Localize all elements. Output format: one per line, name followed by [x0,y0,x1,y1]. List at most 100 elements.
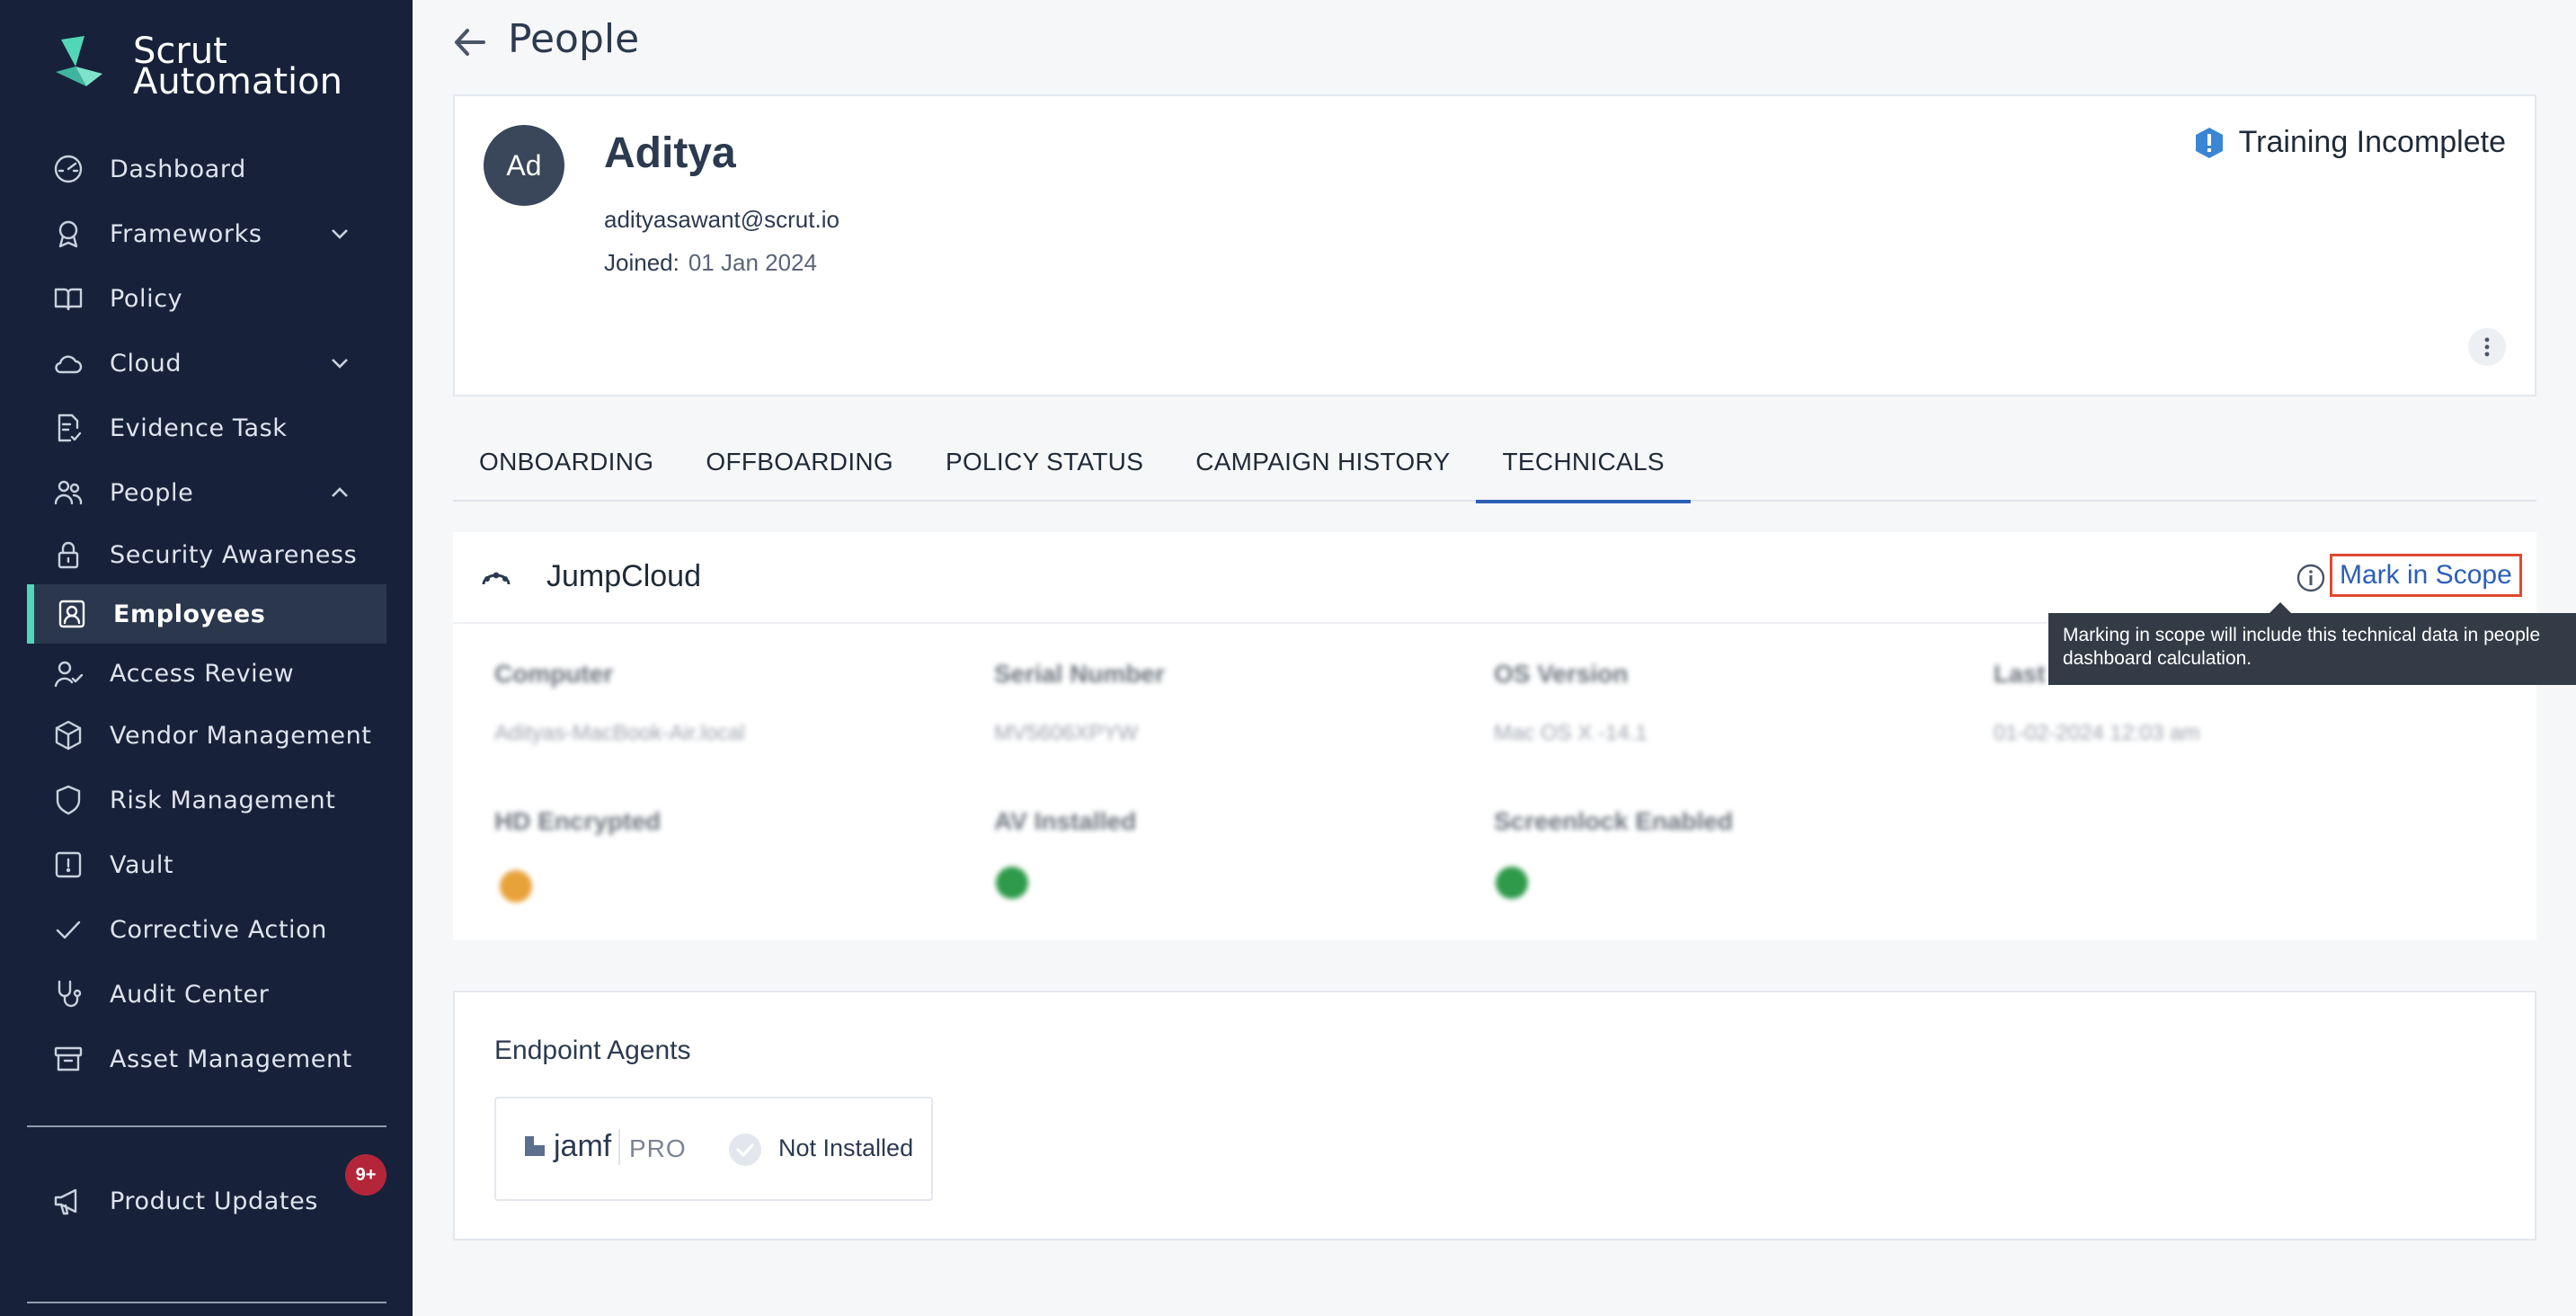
field-value-last: 01-02-2024 12:03 am [1994,721,2200,745]
avatar: Ad [484,125,564,206]
field-label-last: Last [1994,660,2046,688]
endpoint-agents-card: Endpoint Agents jamf PRO Not Installed [453,991,2536,1240]
joined-row: Joined: 01 Jan 2024 [604,249,817,277]
check-status-icon [996,867,1028,899]
book-icon [50,280,86,316]
brand-name: Scrut Automation [133,33,342,102]
sidebar-item-label: Risk Management [110,786,336,814]
check-icon [50,911,86,947]
arrow-left-icon [455,29,485,56]
more-options-button[interactable] [2468,328,2506,366]
tab-campaign-history[interactable]: CAMPAIGN HISTORY [1169,422,1476,502]
alert-icon [2195,127,2223,158]
employee-name: Aditya [604,129,736,177]
sidebar-item-dashboard[interactable]: Dashboard [0,137,413,201]
tab-onboarding[interactable]: ONBOARDING [453,422,680,502]
sidebar-item-vendor-management[interactable]: Vendor Management [0,703,413,768]
sidebar-divider [27,1125,386,1127]
agent-name: jamf [554,1129,612,1163]
sidebar-item-label: Vault [110,850,174,879]
field-label-hd-encrypted: HD Encrypted [494,807,662,835]
sidebar-item-security-awareness[interactable]: Security Awareness [0,525,413,584]
sidebar-item-label: Access Review [110,659,295,688]
stethoscope-icon [50,976,86,1012]
sidebar-item-label: Corrective Action [110,915,327,944]
jamf-logo-icon [525,1136,545,1156]
page-title: People [508,16,640,62]
sidebar-item-label: People [110,478,194,507]
sidebar-item-label: Security Awareness [110,540,358,569]
document-check-icon [50,410,86,446]
archive-icon [50,1041,86,1077]
agent-suffix: PRO [629,1134,687,1162]
warning-status-icon [500,870,532,903]
scope-tooltip: Marking in scope will include this techn… [2048,602,2576,685]
tab-offboarding[interactable]: OFFBOARDING [680,422,919,502]
sidebar-item-corrective-action[interactable]: Corrective Action [0,897,413,962]
field-label-computer: Computer [494,660,614,688]
sidebar-item-audit-center[interactable]: Audit Center [0,962,413,1027]
chevron-down-icon[interactable] [327,351,352,376]
training-status: Training Incomplete [2192,125,2506,160]
agent-separator [618,1129,620,1165]
sidebar-item-policy[interactable]: Policy [0,266,413,331]
joined-label: Joined: [604,249,680,276]
sidebar: Scrut Automation Dashboard Frameworks Po… [0,0,413,1316]
field-label-av-installed: AV Installed [994,807,1137,835]
tab-technicals[interactable]: TECHNICALS [1476,422,1692,503]
employee-email: adityasawant@scrut.io [604,206,839,233]
sidebar-divider [27,1302,386,1303]
endpoint-agents-title: Endpoint Agents [494,1036,691,1065]
profile-card: Ad Aditya adityasawant@scrut.io Joined: 0… [453,94,2536,396]
more-vertical-icon [2484,337,2490,357]
field-label-screenlock-enabled: Screenlock Enabled [1494,807,1734,835]
notification-badge: 9+ [345,1154,386,1196]
id-badge-icon [54,596,90,632]
sidebar-item-vault[interactable]: Vault [0,832,413,897]
chevron-up-icon[interactable] [327,480,352,505]
mark-in-scope-link[interactable]: Mark in Scope [2330,554,2522,597]
sidebar-item-label: Dashboard [110,155,246,183]
sidebar-item-access-review[interactable]: Access Review [0,644,413,703]
status-text: Training Incomplete [2238,125,2506,159]
field-value-computer: Adityas-MacBook-Air.local [494,721,745,745]
sidebar-item-product-updates[interactable]: Product Updates 9+ [0,1154,413,1233]
brand-logo[interactable]: Scrut Automation [49,31,342,102]
joined-value: 01 Jan 2024 [688,249,817,276]
sidebar-item-label: Cloud [110,349,182,378]
brand-line2: Automation [133,61,342,102]
agent-status: Not Installed [778,1134,914,1161]
check-circle-icon [729,1134,761,1166]
chevron-down-icon[interactable] [327,221,352,246]
back-button[interactable] [449,22,491,63]
info-icon[interactable] [2296,563,2326,593]
scrut-logo-icon [56,36,102,86]
lock-icon [50,537,86,573]
agent-item-jamf[interactable]: jamf PRO Not Installed [494,1097,933,1201]
sidebar-nav: Dashboard Frameworks Policy Cloud Eviden… [0,137,413,1091]
sidebar-item-asset-management[interactable]: Asset Management [0,1027,413,1091]
sidebar-item-cloud[interactable]: Cloud [0,331,413,396]
jumpcloud-title: JumpCloud [546,559,701,593]
sidebar-item-employees[interactable]: Employees [27,584,386,644]
sidebar-item-people[interactable]: People [0,460,413,525]
sidebar-item-label: Evidence Task [110,413,288,442]
field-value-os-version: Mac OS X -14.1 [1494,721,1648,745]
field-label-os-version: OS Version [1494,660,1629,688]
sidebar-item-frameworks[interactable]: Frameworks [0,201,413,266]
jumpcloud-header: JumpCloud Mark in Scope [453,532,2536,624]
jumpcloud-card: JumpCloud Mark in Scope Computer Adityas… [453,532,2536,940]
vault-icon [50,847,86,883]
people-icon [50,475,86,511]
award-icon [50,216,86,252]
tab-policy-status[interactable]: POLICY STATUS [919,422,1169,502]
sidebar-item-risk-management[interactable]: Risk Management [0,768,413,832]
sidebar-item-label: Asset Management [110,1045,352,1073]
sidebar-item-label: Policy [110,284,183,313]
dashboard-icon [50,151,86,187]
cloud-icon [50,345,86,381]
field-label-serial-number: Serial Number [994,660,1165,688]
sidebar-item-label: Audit Center [110,980,270,1009]
sidebar-item-evidence-task[interactable]: Evidence Task [0,396,413,460]
sidebar-item-label: Employees [113,600,266,628]
